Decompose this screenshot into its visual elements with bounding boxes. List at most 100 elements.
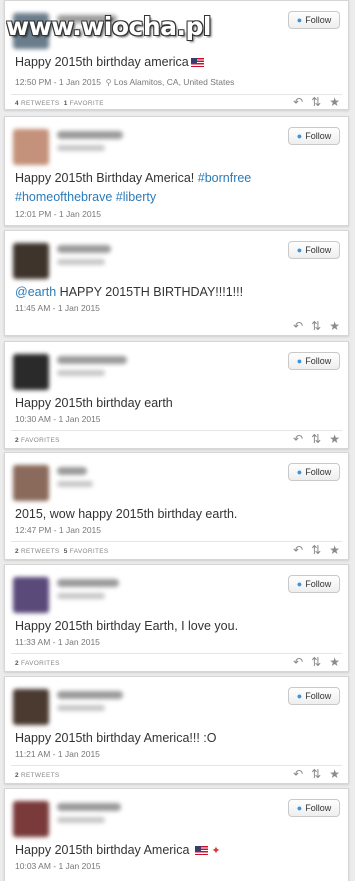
avatar[interactable] bbox=[13, 577, 49, 613]
tweet-card: ● Follow 2015, wow happy 2015th birthday… bbox=[4, 452, 349, 560]
tweet-text: Happy 2015th birthday America ✦ bbox=[15, 841, 340, 861]
tweet-timestamp[interactable]: 12:50 PM - 1 Jan 2015 bbox=[15, 77, 101, 87]
avatar[interactable] bbox=[13, 243, 49, 279]
tweet-actions: ↶ ⇅ ★ bbox=[293, 95, 340, 109]
favorites-label[interactable]: FAVORITES bbox=[21, 437, 60, 444]
reply-icon[interactable]: ↶ bbox=[293, 432, 303, 446]
author-name-blurred[interactable] bbox=[57, 245, 111, 253]
favorite-star-icon[interactable]: ★ bbox=[329, 432, 340, 446]
hashtag-link[interactable]: #liberty bbox=[116, 190, 156, 204]
hashtag-link[interactable]: #homeofthebrave bbox=[15, 190, 112, 204]
tweet-stats: 2 FAVORITES bbox=[15, 660, 60, 667]
tweet-timestamp[interactable]: 12:47 PM - 1 Jan 2015 bbox=[15, 525, 101, 535]
retweet-icon[interactable]: ⇅ bbox=[311, 767, 321, 781]
tweet-card: ● Follow @earth HAPPY 2015TH BIRTHDAY!!!… bbox=[4, 230, 349, 336]
author-name-blurred[interactable] bbox=[57, 691, 123, 699]
tweet-timestamp[interactable]: 10:30 AM - 1 Jan 2015 bbox=[15, 414, 101, 424]
retweet-icon[interactable]: ⇅ bbox=[311, 655, 321, 669]
us-flag-icon bbox=[194, 846, 208, 855]
retweets-label[interactable]: RETWEETS bbox=[21, 100, 60, 107]
tweet-actions: ↶ ⇅ ★ bbox=[293, 319, 340, 333]
tweet-timestamp[interactable]: 10:03 AM - 1 Jan 2015 bbox=[15, 861, 101, 871]
author-name-blurred[interactable] bbox=[57, 467, 87, 475]
tweet-location[interactable]: Los Alamitos, CA, United States bbox=[114, 77, 234, 87]
tweet-text: @earth HAPPY 2015TH BIRTHDAY!!!1!!! bbox=[15, 283, 340, 302]
twitter-bird-icon: ● bbox=[296, 802, 303, 813]
retweets-count: 2 bbox=[15, 772, 19, 779]
tweet-timestamp[interactable]: 11:21 AM - 1 Jan 2015 bbox=[15, 749, 100, 759]
favorites-label[interactable]: FAVORITES bbox=[21, 660, 60, 667]
mention-link[interactable]: @earth bbox=[15, 285, 56, 299]
author-name-blurred[interactable] bbox=[57, 131, 123, 139]
follow-button[interactable]: ● Follow bbox=[288, 799, 340, 817]
favorite-star-icon[interactable]: ★ bbox=[329, 543, 340, 557]
tweet-text: Happy 2015th birthday America!!! :O bbox=[15, 729, 340, 748]
tweet-meta: 11:21 AM - 1 Jan 2015 bbox=[15, 749, 100, 759]
avatar[interactable] bbox=[13, 689, 49, 725]
twitter-bird-icon: ● bbox=[296, 466, 303, 477]
watermark: www.wiocha.pl bbox=[6, 12, 211, 41]
tweet-text-content: 2015, wow happy 2015th birthday earth. bbox=[15, 507, 238, 521]
avatar[interactable] bbox=[13, 801, 49, 837]
tweet-card: ● Follow Happy 2015th birthday America!!… bbox=[4, 676, 349, 784]
tweet-actions: ↶ ⇅ ★ bbox=[293, 767, 340, 781]
author-handle-blurred bbox=[57, 145, 105, 151]
author-name-blurred[interactable] bbox=[57, 803, 121, 811]
reply-icon[interactable]: ↶ bbox=[293, 543, 303, 557]
author-handle-blurred bbox=[57, 259, 105, 265]
follow-button[interactable]: ● Follow bbox=[288, 352, 340, 370]
favorite-star-icon[interactable]: ★ bbox=[329, 319, 340, 333]
author-name-blurred[interactable] bbox=[57, 579, 119, 587]
reply-icon[interactable]: ↶ bbox=[293, 95, 303, 109]
follow-button[interactable]: ● Follow bbox=[288, 687, 340, 705]
follow-button[interactable]: ● Follow bbox=[288, 241, 340, 259]
favorites-label[interactable]: FAVORITE bbox=[70, 100, 104, 107]
reply-icon[interactable]: ↶ bbox=[293, 655, 303, 669]
retweets-label[interactable]: RETWEETS bbox=[21, 548, 60, 555]
reply-icon[interactable]: ↶ bbox=[293, 767, 303, 781]
tweet-actions: ↶ ⇅ ★ bbox=[293, 432, 340, 446]
retweets-count: 2 bbox=[15, 548, 19, 555]
tweet-actions: ↶ ⇅ ★ bbox=[293, 543, 340, 557]
avatar[interactable] bbox=[13, 129, 49, 165]
tweet-text-content: Happy 2015th birthday america bbox=[15, 55, 189, 69]
author-name-blurred[interactable] bbox=[57, 356, 127, 364]
tweet-actions: ↶ ⇅ ★ bbox=[293, 655, 340, 669]
favorites-label[interactable]: FAVORITES bbox=[70, 548, 109, 555]
follow-button[interactable]: ● Follow bbox=[288, 463, 340, 481]
follow-button[interactable]: ● Follow bbox=[288, 127, 340, 145]
follow-button[interactable]: ● Follow bbox=[288, 11, 340, 29]
follow-button[interactable]: ● Follow bbox=[288, 575, 340, 593]
follow-label: Follow bbox=[305, 803, 332, 813]
author-handle-blurred bbox=[57, 593, 105, 599]
tweet-meta: 12:50 PM - 1 Jan 2015 ⚲ Los Alamitos, CA… bbox=[15, 77, 234, 87]
tweet-text-content: Happy 2015th birthday America bbox=[15, 843, 190, 857]
author-handle-blurred bbox=[57, 370, 105, 376]
twitter-bird-icon: ● bbox=[296, 355, 303, 366]
retweet-icon[interactable]: ⇅ bbox=[311, 319, 321, 333]
tweet-text: Happy 2015th birthday earth bbox=[15, 394, 340, 413]
avatar[interactable] bbox=[13, 354, 49, 390]
favorites-count: 2 bbox=[15, 660, 19, 667]
tweet-meta: 11:33 AM - 1 Jan 2015 bbox=[15, 637, 100, 647]
follow-label: Follow bbox=[305, 467, 332, 477]
tweet-timestamp[interactable]: 11:33 AM - 1 Jan 2015 bbox=[15, 637, 100, 647]
favorite-star-icon[interactable]: ★ bbox=[329, 655, 340, 669]
avatar[interactable] bbox=[13, 465, 49, 501]
tweet-stats: 2 RETWEETS 5 FAVORITES bbox=[15, 548, 109, 555]
tweet-stats: 4 RETWEETS 1 FAVORITE bbox=[15, 100, 104, 107]
favorite-star-icon[interactable]: ★ bbox=[329, 95, 340, 109]
retweet-icon[interactable]: ⇅ bbox=[311, 432, 321, 446]
retweets-label[interactable]: RETWEETS bbox=[21, 772, 60, 779]
tweet-meta: 12:47 PM - 1 Jan 2015 bbox=[15, 525, 101, 535]
favorite-star-icon[interactable]: ★ bbox=[329, 767, 340, 781]
reply-icon[interactable]: ↶ bbox=[293, 319, 303, 333]
us-flag-icon bbox=[190, 58, 204, 67]
retweet-icon[interactable]: ⇅ bbox=[311, 95, 321, 109]
retweet-icon[interactable]: ⇅ bbox=[311, 543, 321, 557]
hashtag-link[interactable]: #bornfree bbox=[198, 171, 252, 185]
location-pin-icon: ⚲ bbox=[103, 78, 112, 87]
tweet-timestamp[interactable]: 12:01 PM - 1 Jan 2015 bbox=[15, 209, 101, 219]
divider bbox=[11, 765, 342, 766]
tweet-timestamp[interactable]: 11:45 AM - 1 Jan 2015 bbox=[15, 303, 100, 313]
